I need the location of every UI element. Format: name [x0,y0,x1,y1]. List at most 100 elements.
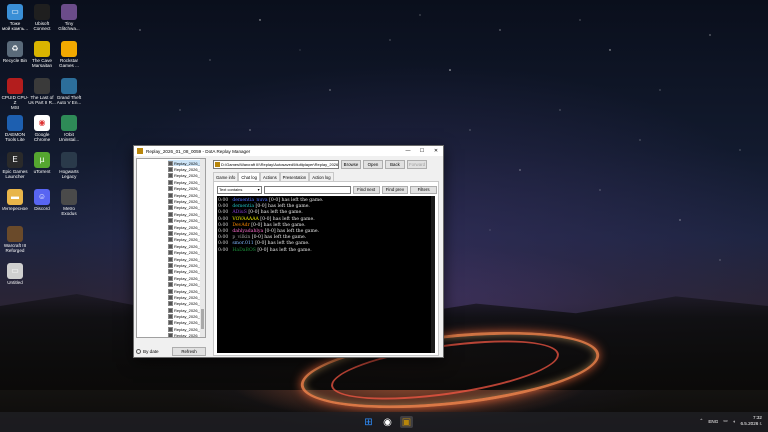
desktop-icon[interactable]: ♻ Recycle Bin [1,41,29,63]
minimize-button[interactable]: — [401,146,415,156]
replay-item[interactable]: Replay_2026_0 [168,198,202,205]
replay-item[interactable]: Replay_2026_01_08 [168,160,202,167]
replay-item[interactable]: Replay_2026_0 [168,186,202,192]
tab-action-log[interactable]: Action log [309,172,334,181]
desktop-icon[interactable]: ▬ Интересное [1,189,29,211]
replay-item[interactable]: Replay_2026_0 [168,281,202,288]
filters-button[interactable]: Filters [410,185,437,194]
desktop-icon[interactable]: Metro Exodus [55,189,83,216]
replay-item[interactable]: Replay_2026_0 [168,313,202,320]
replay-item[interactable]: Replay_2026_0 [168,256,202,262]
chat-log-text: [0-0] has left the game. [267,198,324,203]
network-icon[interactable]: ▭ [723,418,727,424]
desktop-icon[interactable]: Ubisoft Connect [28,4,56,31]
replay-list-scrollbar[interactable] [200,159,205,337]
find-prev-button[interactable]: Find prev [381,185,409,194]
desktop-icon[interactable]: ▭ Тоже мой компь... [1,4,29,31]
replay-manager-icon[interactable]: ▣ [400,416,413,428]
desktop-icon[interactable]: µ uTorrent [28,152,56,174]
desktop-icon[interactable]: IObit Uninstal... [55,115,83,142]
replay-item[interactable]: Replay_2026_0 [168,301,202,307]
replay-item[interactable]: Replay_2026_0 [168,269,202,275]
replay-item[interactable]: Replay_2026_0 [168,333,202,337]
path-input[interactable]: D:\Games\Warcraft III\Replay\Autosaved\M… [213,159,339,169]
chat-log-scrollbar[interactable] [431,196,435,353]
desktop-icon[interactable]: Grand Theft Auto V En... [55,78,83,105]
desktop-icon-label: Discord [34,206,50,211]
tab-presentation[interactable]: Presentation [279,172,310,181]
replay-item[interactable]: Replay_2026_0 [168,249,202,256]
replay-file-icon [168,275,173,281]
open-button[interactable]: Open [363,159,383,169]
desktop-icon[interactable]: Tiny Glitchwa... [55,4,83,31]
by-date-radio[interactable] [136,348,141,354]
filter-select[interactable]: Text contains ▾ [217,185,262,194]
desktop-icon-label: Hogwarts Legacy [59,169,79,180]
replay-item[interactable]: Replay_2026_0 [168,262,202,268]
desktop-icon[interactable]: ◉ Google Chrome [28,115,56,142]
tab-chat-log[interactable]: Chat log [238,172,260,181]
language-indicator[interactable]: ENG [708,419,718,424]
replay-tree[interactable]: Replay_2026_01_08Replay_2026_0Replay_202… [136,158,206,338]
replay-item-label: Replay_2026_0 [174,211,202,217]
forward-button[interactable]: Forward [407,159,427,169]
replay-item[interactable]: Replay_2026_0 [168,224,202,230]
chrome-icon[interactable]: ◉ [381,416,394,428]
replay-item[interactable]: Replay_2026_0 [168,211,202,217]
replay-item[interactable]: Replay_2026_0 [168,243,202,249]
replay-item[interactable]: Replay_2026_0 [168,288,202,294]
find-next-button[interactable]: Find next [352,185,380,194]
replay-item-label: Replay_2026_0 [174,179,202,185]
replay-item[interactable]: Replay_2026_0 [168,192,202,198]
desktop-icon[interactable]: CPUID CPU-Z MSI [1,78,29,111]
close-button[interactable]: ✕ [429,146,443,156]
game-icon [34,41,50,57]
game-icon [7,226,23,242]
desktop-icon[interactable]: Warcraft III Reforged [1,226,29,253]
chevron-up-icon[interactable]: ⌃ [699,418,703,424]
desktop-icon[interactable]: Hogwarts Legacy [55,152,83,179]
desktop-icon[interactable]: ☺ Discord [28,189,56,211]
chat-log-text: [0-0] has left the game. [255,247,312,253]
windows-start-icon[interactable]: ⊞ [362,416,375,428]
desktop-icon[interactable]: Rockstar Games ... [55,41,83,68]
replay-item[interactable]: Replay_2026_0 [168,320,202,326]
maximize-button[interactable]: ☐ [415,146,429,156]
search-input[interactable] [263,185,351,194]
tree-gutter [137,159,167,337]
desktop-icon[interactable]: The Cave Marsaitan [28,41,56,68]
file-icon: ▭ [7,263,23,279]
replay-item[interactable]: Replay_2026_0 [168,173,202,179]
title-bar[interactable]: Replay_2026_01_08_0059 - DotA Replay Man… [134,146,443,156]
replay-item[interactable]: Replay_2026_0 [168,205,202,211]
desktop-icon[interactable]: ▭ Untitled [1,263,29,285]
chat-log[interactable]: 0:00 dementia_nuva [0-0] has left the gam… [217,196,435,353]
volume-icon[interactable]: ◖ [733,419,736,424]
iobit-icon [61,115,77,131]
replay-file-icon [168,186,173,192]
replay-item[interactable]: Replay_2026_0 [168,237,202,243]
chat-log-text: [0-0] has left the game. [246,210,303,216]
scrollbar-thumb[interactable] [201,309,204,329]
back-button[interactable]: Back [385,159,405,169]
refresh-button[interactable]: Refresh [172,347,206,356]
replay-item[interactable]: Replay_2026_0 [168,275,202,281]
desktop-icon[interactable]: E Epic Games Launcher [1,152,29,179]
replay-item[interactable]: Replay_2026_0 [168,230,202,236]
utorrent-icon: µ [34,152,50,168]
tab-game-info[interactable]: Game info [213,172,239,181]
clock[interactable]: 7:32 6.5.2026 г. [740,415,762,427]
replay-item[interactable]: Replay_2026_0 [168,326,202,332]
replay-item[interactable]: Replay_2026_0 [168,166,202,173]
system-tray: ⌃ ENG ▭ ◖ 7:32 6.5.2026 г. [699,415,762,427]
replay-item[interactable]: Replay_2026_0 [168,294,202,300]
browse-button[interactable]: Browse [341,159,361,169]
desktop-icon[interactable]: The Last of Us Part II R... [28,78,56,105]
desktop-icon[interactable]: DAEMON Tools Lite [1,115,29,142]
replay-item[interactable]: Replay_2026_0 [168,307,202,313]
clock-date: 6.5.2026 г. [740,421,762,426]
app-icon [137,148,143,154]
replay-item[interactable]: Replay_2026_0 [168,179,202,185]
replay-item[interactable]: Replay_2026_0 [168,218,202,224]
tab-actions[interactable]: Actions [259,172,280,181]
